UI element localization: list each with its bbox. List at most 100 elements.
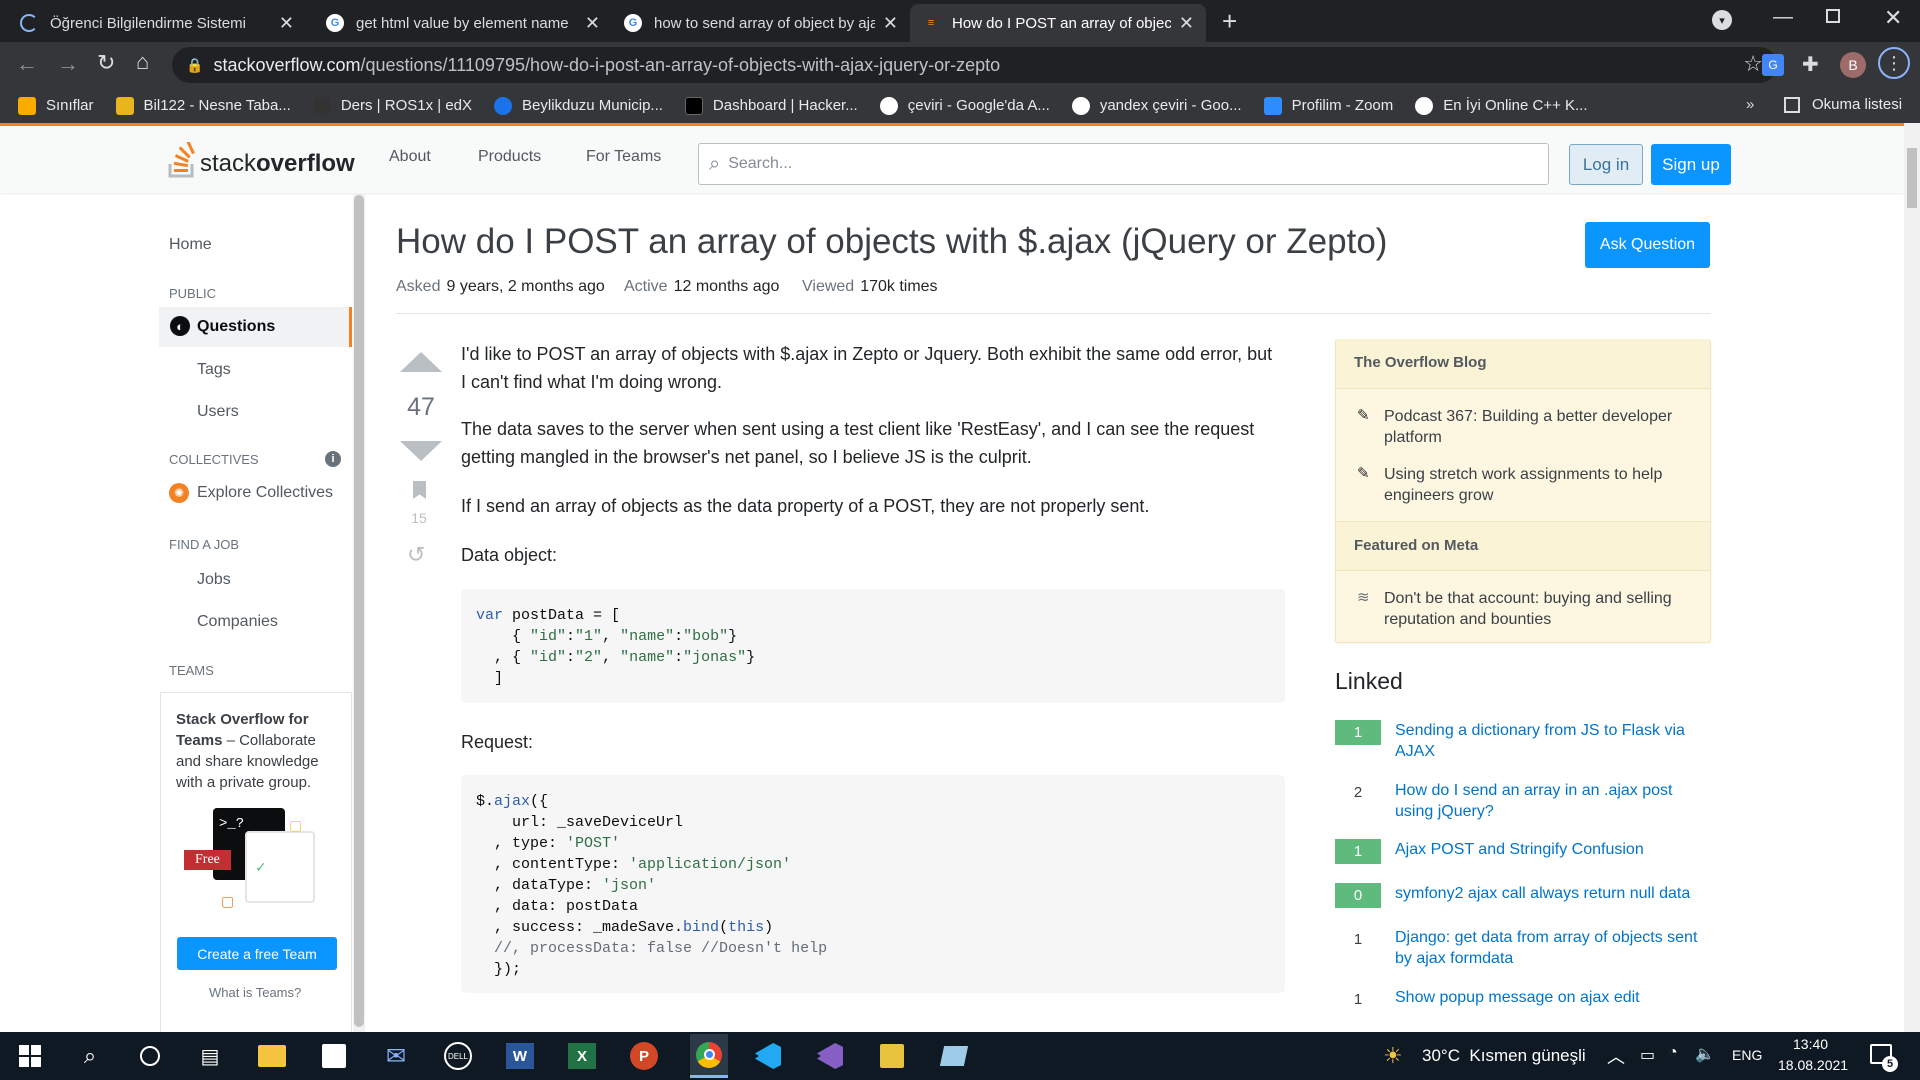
nav-home[interactable]: Home (169, 236, 212, 254)
bookmark-item[interactable]: çeviri - Google'da A... (879, 96, 1050, 115)
bookmark-item[interactable]: Dashboard | Hacker... (684, 96, 858, 115)
signup-button[interactable]: Sign up (1651, 144, 1731, 185)
linked-question[interactable]: 1 Show popup message on ajax edit (1335, 987, 1715, 1012)
browser-tab-2[interactable]: G get html value by element name ✕ (314, 4, 612, 42)
reading-list[interactable]: Okuma listesi (1784, 96, 1902, 113)
language-indicator[interactable]: ENG (1732, 1047, 1762, 1063)
blog-item-link[interactable]: Using stretch work assignments to help e… (1384, 464, 1694, 506)
mail-icon[interactable]: ✉ (380, 1040, 412, 1072)
home-icon[interactable]: ⌂ (136, 49, 149, 75)
linked-question[interactable]: 1 Django: get data from array of objects… (1335, 927, 1715, 969)
sidebar-scrollbar-thumb[interactable] (354, 195, 364, 1027)
profile-avatar[interactable]: B (1840, 52, 1866, 78)
close-tab-icon[interactable]: ✕ (585, 13, 600, 34)
menu-kebab-icon[interactable]: ⋮ (1878, 47, 1910, 79)
task-view-icon[interactable]: ▤ (194, 1040, 226, 1072)
linked-title[interactable]: How do I send an array in an .ajax post … (1395, 780, 1715, 822)
linked-question[interactable]: 1 Sending a dictionary from JS to Flask … (1335, 720, 1715, 762)
history-icon[interactable]: ↺ (407, 542, 425, 568)
windows-start-icon[interactable] (14, 1040, 46, 1072)
close-tab-icon[interactable]: ✕ (1179, 13, 1194, 34)
chevron-up-icon[interactable]: ︿ (1607, 1043, 1625, 1069)
bookmark-item[interactable]: En İyi Online C++ K... (1415, 96, 1588, 115)
blog-item-link[interactable]: Podcast 367: Building a better developer… (1384, 406, 1694, 448)
downvote-icon[interactable] (400, 441, 442, 461)
tab-search-icon[interactable]: ▾ (1712, 10, 1732, 30)
store-icon[interactable] (318, 1040, 350, 1072)
linked-title[interactable]: Django: get data from array of objects s… (1395, 927, 1715, 969)
chrome-icon[interactable] (690, 1034, 728, 1078)
forward-icon[interactable]: → (57, 51, 79, 77)
close-tab-icon[interactable]: ✕ (279, 13, 294, 34)
weather-text[interactable]: 30°C Kısmen güneşli (1422, 1046, 1586, 1066)
search-input[interactable]: ⌕ Search... (698, 143, 1549, 185)
translate-extension-icon[interactable]: G (1762, 54, 1784, 76)
question-title[interactable]: How do I POST an array of objects with $… (396, 222, 1387, 262)
excel-icon[interactable]: X (566, 1040, 598, 1072)
volume-icon[interactable]: 🔈 (1695, 1044, 1715, 1064)
nav-questions[interactable]: ◐ Questions (159, 307, 352, 347)
linked-question[interactable]: 2 How do I send an array in an .ajax pos… (1335, 780, 1715, 822)
bookmark-item[interactable]: Ders | ROS1x | edX (312, 96, 472, 115)
linked-question[interactable]: 1 Ajax POST and Stringify Confusion (1335, 839, 1715, 864)
extensions-icon[interactable]: ✚ (1802, 52, 1819, 77)
cortana-icon[interactable] (134, 1040, 166, 1072)
create-team-button[interactable]: Create a free Team (177, 937, 337, 970)
nav-explore-collectives[interactable]: ✺ Explore Collectives (169, 483, 333, 503)
wifi-icon[interactable]: ◔ (1668, 1044, 1678, 1062)
nav-products[interactable]: Products (478, 148, 541, 166)
upvote-icon[interactable] (400, 352, 442, 372)
ask-question-button[interactable]: Ask Question (1585, 222, 1710, 268)
bookmark-item[interactable]: Sınıflar (18, 96, 94, 115)
reload-icon[interactable]: ↻ (97, 50, 115, 76)
nav-tags[interactable]: Tags (197, 361, 231, 379)
bookmark-star-icon[interactable]: ☆ (1743, 51, 1763, 77)
linked-title[interactable]: Show popup message on ajax edit (1395, 987, 1715, 1012)
restore-icon[interactable] (1826, 9, 1840, 23)
what-is-teams-link[interactable]: What is Teams? (209, 985, 301, 1000)
new-tab-icon[interactable]: + (1222, 6, 1237, 37)
linked-title[interactable]: Sending a dictionary from JS to Flask vi… (1395, 720, 1715, 762)
close-tab-icon[interactable]: ✕ (883, 13, 898, 34)
clock-time[interactable]: 13:40 (1793, 1036, 1828, 1052)
file-explorer-icon[interactable] (256, 1040, 288, 1072)
vscode-icon[interactable] (752, 1040, 784, 1072)
info-icon[interactable]: i (325, 451, 341, 467)
close-window-icon[interactable]: ✕ (1884, 5, 1902, 31)
powerpoint-icon[interactable]: P (628, 1040, 660, 1072)
clock-date[interactable]: 18.08.2021 (1778, 1057, 1848, 1073)
app-icon[interactable] (938, 1040, 970, 1072)
browser-tab-3[interactable]: G how to send array of object by ajax ✕ (612, 4, 910, 42)
search-icon[interactable]: ⌕ (74, 1040, 106, 1072)
word-icon[interactable]: W (504, 1040, 536, 1072)
sidebar-scrollbar[interactable] (353, 193, 365, 1032)
battery-icon[interactable]: ▭ (1640, 1045, 1655, 1065)
bookmark-item[interactable]: Bil122 - Nesne Taba... (115, 96, 291, 115)
nav-jobs[interactable]: Jobs (197, 571, 231, 589)
app-icon[interactable] (876, 1040, 908, 1072)
code-block-request[interactable]: $.ajax({ url: _saveDeviceUrl , type: 'PO… (461, 775, 1285, 993)
linked-question[interactable]: 0 symfony2 ajax call always return null … (1335, 883, 1715, 908)
nav-about[interactable]: About (389, 148, 431, 166)
more-bookmarks-icon[interactable]: » (1746, 96, 1754, 113)
page-scrollbar[interactable] (1904, 123, 1920, 1032)
meta-item-link[interactable]: Don't be that account: buying and sellin… (1384, 588, 1694, 630)
minimize-icon[interactable]: — (1773, 6, 1793, 29)
bookmark-item[interactable]: Profilim - Zoom (1263, 96, 1393, 115)
bookmark-item[interactable]: yandex çeviri - Goo... (1071, 96, 1242, 115)
site-logo[interactable]: stack overflow (168, 142, 355, 178)
login-button[interactable]: Log in (1569, 144, 1643, 185)
visual-studio-icon[interactable] (814, 1040, 846, 1072)
dell-icon[interactable]: DELL (442, 1040, 474, 1072)
nav-users[interactable]: Users (197, 403, 239, 421)
back-icon[interactable]: ← (16, 51, 38, 77)
linked-title[interactable]: Ajax POST and Stringify Confusion (1395, 839, 1715, 864)
code-block-data-object[interactable]: var postData = [ { "id":"1", "name":"bob… (461, 589, 1285, 703)
linked-title[interactable]: symfony2 ajax call always return null da… (1395, 883, 1715, 908)
nav-companies[interactable]: Companies (197, 613, 278, 631)
browser-tab-1[interactable]: Öğrenci Bilgilendirme Sistemi ✕ (8, 4, 306, 42)
bookmark-icon[interactable] (413, 481, 426, 499)
browser-tab-4-active[interactable]: ≡ How do I POST an array of objects ✕ (910, 4, 1206, 42)
nav-for-teams[interactable]: For Teams (586, 148, 661, 166)
address-bar[interactable]: 🔒 stackoverflow.com/questions/11109795/h… (172, 47, 1777, 83)
